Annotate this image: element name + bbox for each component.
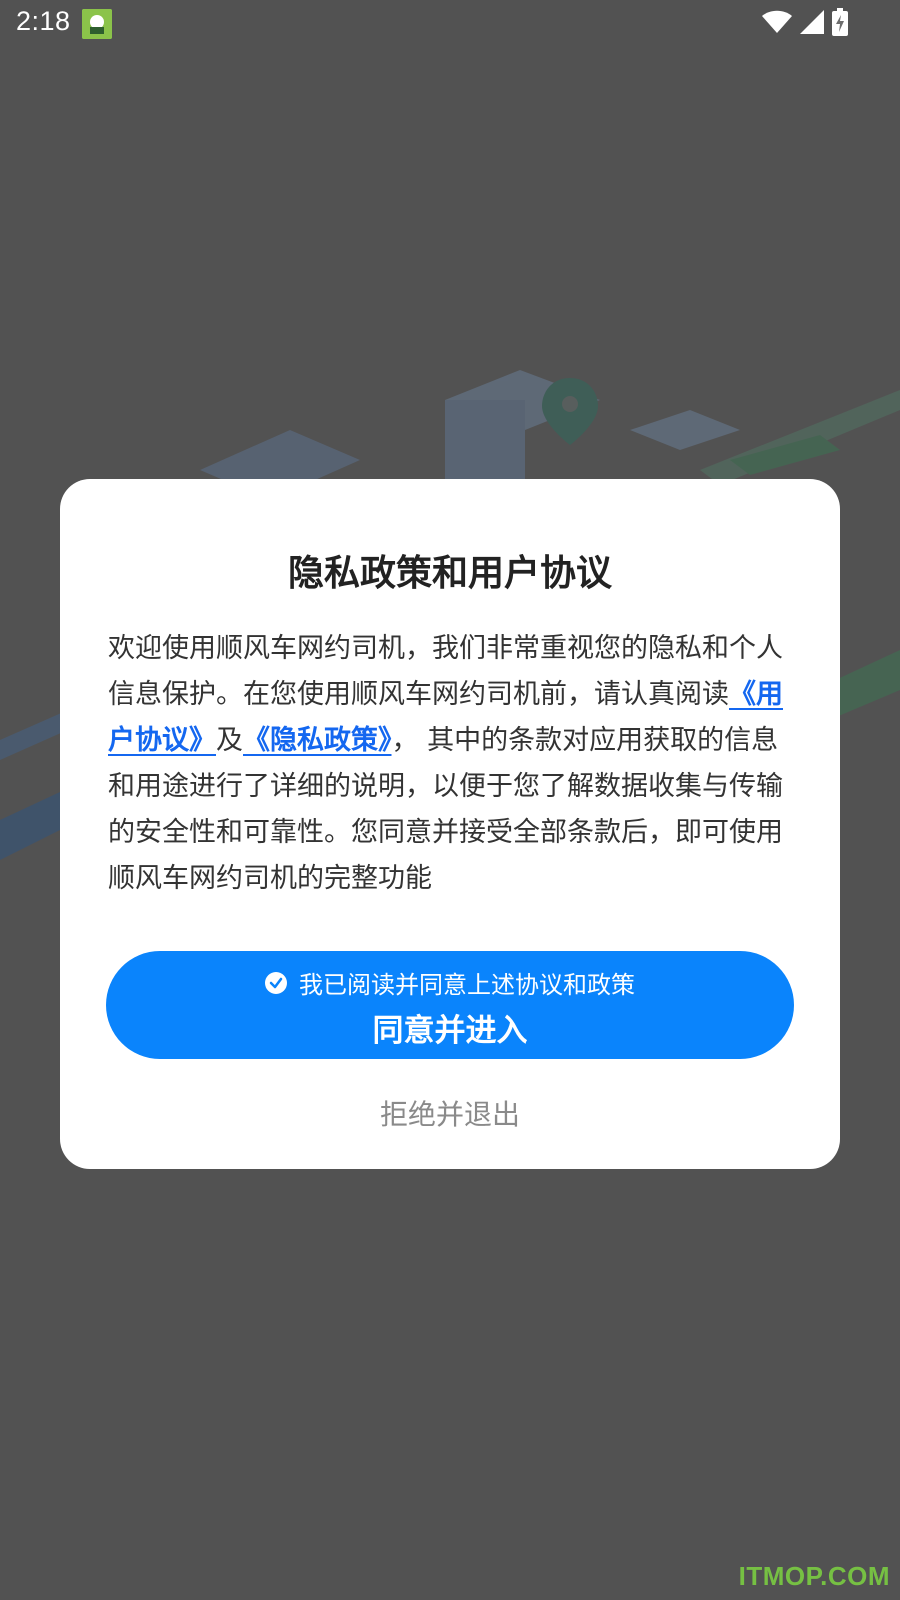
connector-text: 及: [216, 725, 243, 756]
checkbox-label: 我已阅读并同意上述协议和政策: [299, 972, 635, 999]
agree-button-label: 同意并进入: [372, 1013, 528, 1048]
app-notification-icon: [82, 9, 112, 39]
battery-charging-icon: [832, 8, 848, 36]
privacy-policy-link[interactable]: 《隐私政策》: [243, 725, 392, 756]
dialog-body: 欢迎使用顺风车网约司机，我们非常重视您的隐私和个人信息保护。在您使用顺风车网约司…: [108, 626, 788, 902]
agreement-checkbox[interactable]: 我已阅读并同意上述协议和政策: [106, 965, 794, 1000]
status-bar: 2:18: [0, 0, 900, 48]
cellular-signal-icon: [800, 10, 824, 34]
reject-and-exit-button[interactable]: 拒绝并退出: [340, 1093, 560, 1135]
status-time: 2:18: [16, 6, 71, 36]
screen: 2:18 隐私政策和用户协议 欢迎使用顺风车网约司机，我们非常重视您的隐私和个人…: [0, 0, 900, 1600]
body-text-intro: 欢迎使用顺风车网约司机，我们非常重视您的隐私和个人信息保护。在您使用顺风车网约司…: [108, 633, 783, 710]
status-icons: [762, 8, 848, 36]
checkmark-icon[interactable]: [265, 971, 287, 994]
watermark: ITMOP.COM: [738, 1561, 890, 1591]
wifi-icon: [762, 10, 792, 33]
dialog-title: 隐私政策和用户协议: [287, 553, 612, 594]
agree-and-enter-button[interactable]: 我已阅读并同意上述协议和政策 同意并进入: [106, 951, 794, 1059]
